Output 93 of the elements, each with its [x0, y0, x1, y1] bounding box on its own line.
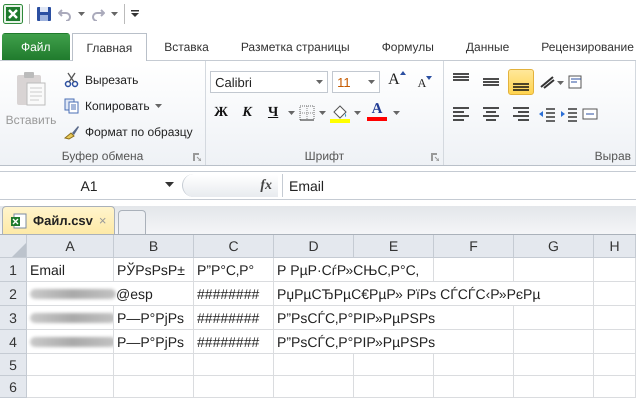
table-cell[interactable]: @esp — [27, 282, 194, 306]
increase-indent-icon[interactable] — [560, 106, 578, 122]
name-box[interactable]: A1 — [0, 174, 178, 197]
underline-button[interactable]: Ч — [262, 102, 284, 124]
fill-color-icon[interactable] — [330, 103, 350, 123]
table-cell[interactable]: ######## — [194, 330, 274, 354]
paintbrush-icon — [64, 124, 80, 140]
caret-icon[interactable] — [111, 12, 118, 16]
group-title: Вырав — [594, 149, 632, 163]
row-header[interactable]: 3 — [0, 306, 27, 330]
spreadsheet-file-icon — [11, 212, 27, 228]
table-cell[interactable]: Р”РѕСЃС‚Р°РІР»РµРЅРѕ — [274, 306, 514, 330]
formula-field[interactable]: Email — [282, 174, 636, 197]
align-middle-icon — [482, 78, 500, 86]
table-cell[interactable] — [27, 306, 114, 330]
column-header[interactable]: H — [594, 235, 636, 258]
align-left-icon — [452, 107, 470, 121]
copy-icon — [64, 98, 80, 114]
table-cell[interactable]: ######## — [194, 306, 274, 330]
caret-icon[interactable] — [354, 111, 362, 115]
dialog-launcher-icon[interactable] — [193, 153, 202, 161]
caret-icon[interactable] — [393, 111, 400, 115]
column-header[interactable]: A — [27, 235, 114, 258]
column-header[interactable]: B — [114, 235, 194, 258]
borders-icon[interactable] — [299, 105, 316, 121]
column-header[interactable]: F — [434, 235, 514, 258]
align-right-icon — [512, 107, 530, 121]
workbook-tab[interactable]: Файл.csv × — [2, 206, 116, 234]
align-bottom-icon — [512, 83, 530, 91]
column-header[interactable]: D — [274, 235, 354, 258]
italic-button[interactable]: К — [236, 102, 258, 124]
group-title: Шрифт — [304, 149, 344, 163]
row-header[interactable]: 2 — [0, 282, 27, 306]
down-triangle-icon — [426, 76, 432, 80]
row-header[interactable]: 5 — [0, 354, 27, 376]
file-tab[interactable]: Файл — [2, 33, 70, 60]
align-center-icon — [482, 107, 500, 121]
caret-icon — [154, 104, 162, 108]
ribbon-tab[interactable]: Разметка страницы — [226, 33, 365, 60]
caret-icon — [316, 80, 324, 84]
column-header[interactable]: G — [514, 235, 594, 258]
group-title: Буфер обмена — [62, 149, 144, 163]
clipboard-command[interactable]: Формат по образцу — [62, 120, 195, 143]
table-cell[interactable]: Р РµР·СѓР»СЊС‚Р°С‚ — [274, 258, 434, 282]
row-header[interactable]: 6 — [0, 376, 27, 398]
wrap-text-icon[interactable] — [568, 74, 584, 90]
ribbon-tab[interactable]: Данные — [450, 33, 524, 60]
insert-function-button[interactable]: fx — [260, 178, 272, 194]
bold-button[interactable]: Ж — [210, 102, 232, 124]
clipboard-command[interactable]: Вырезать — [62, 68, 195, 91]
table-cell[interactable]: Email — [27, 258, 114, 282]
table-cell[interactable]: ######## — [194, 282, 274, 306]
up-triangle-icon — [400, 71, 406, 75]
table-cell[interactable] — [27, 330, 114, 354]
caret-icon[interactable] — [319, 111, 326, 115]
caret-icon — [368, 80, 376, 84]
cell-text: @esp — [116, 286, 153, 302]
save-icon[interactable] — [36, 6, 52, 22]
ribbon-tab[interactable]: Главная — [72, 33, 148, 61]
caret-icon — [165, 182, 174, 187]
new-tab-button[interactable] — [118, 210, 146, 234]
align-top-icon — [452, 73, 470, 81]
shrink-font-button[interactable]: A — [414, 71, 436, 93]
spreadsheet-logo-icon[interactable] — [3, 4, 23, 24]
align-bottom-button[interactable] — [508, 69, 534, 95]
table-cell[interactable]: РЎРѕРѕР± — [114, 258, 194, 282]
ribbon-tab[interactable]: Вставка — [149, 33, 224, 60]
ribbon-tab[interactable]: Рецензирование — [526, 33, 636, 60]
ribbon-tab[interactable]: Формулы — [366, 33, 449, 60]
customize-menu-icon[interactable] — [131, 10, 139, 18]
redo-icon[interactable] — [91, 7, 105, 21]
merge-cells-icon[interactable] — [582, 106, 598, 122]
font-color-button[interactable]: A — [365, 101, 390, 125]
decrease-indent-icon[interactable] — [538, 106, 556, 122]
scissors-icon — [64, 72, 80, 88]
grow-font-button[interactable]: A — [384, 71, 410, 93]
column-header[interactable]: E — [354, 235, 434, 258]
table-cell[interactable]: Р”РѕСЃС‚Р°РІР»РµРЅРѕ — [274, 330, 514, 354]
clipboard-icon — [16, 71, 46, 107]
column-header[interactable]: C — [194, 235, 274, 258]
table-cell[interactable]: Р—Р°РјРѕ — [114, 306, 194, 330]
row-header[interactable]: 1 — [0, 258, 27, 282]
row-header[interactable]: 4 — [0, 330, 27, 354]
font-name-field[interactable]: Calibri — [210, 71, 328, 93]
clipboard-command[interactable]: Копировать — [62, 94, 195, 117]
caret-icon[interactable] — [78, 12, 85, 16]
font-size-field[interactable]: 11 — [332, 71, 380, 93]
undo-icon[interactable] — [58, 7, 72, 21]
table-cell[interactable]: РџРµСЂРµС€РµР» РїРѕ СЃСЃС‹Р»РєРµ — [274, 282, 594, 306]
caret-icon[interactable] — [288, 111, 296, 115]
table-cell[interactable]: Р”Р°С‚Р° — [194, 258, 274, 282]
table-cell[interactable]: Р—Р°РјРѕ — [114, 330, 194, 354]
dialog-launcher-icon[interactable] — [430, 153, 439, 161]
